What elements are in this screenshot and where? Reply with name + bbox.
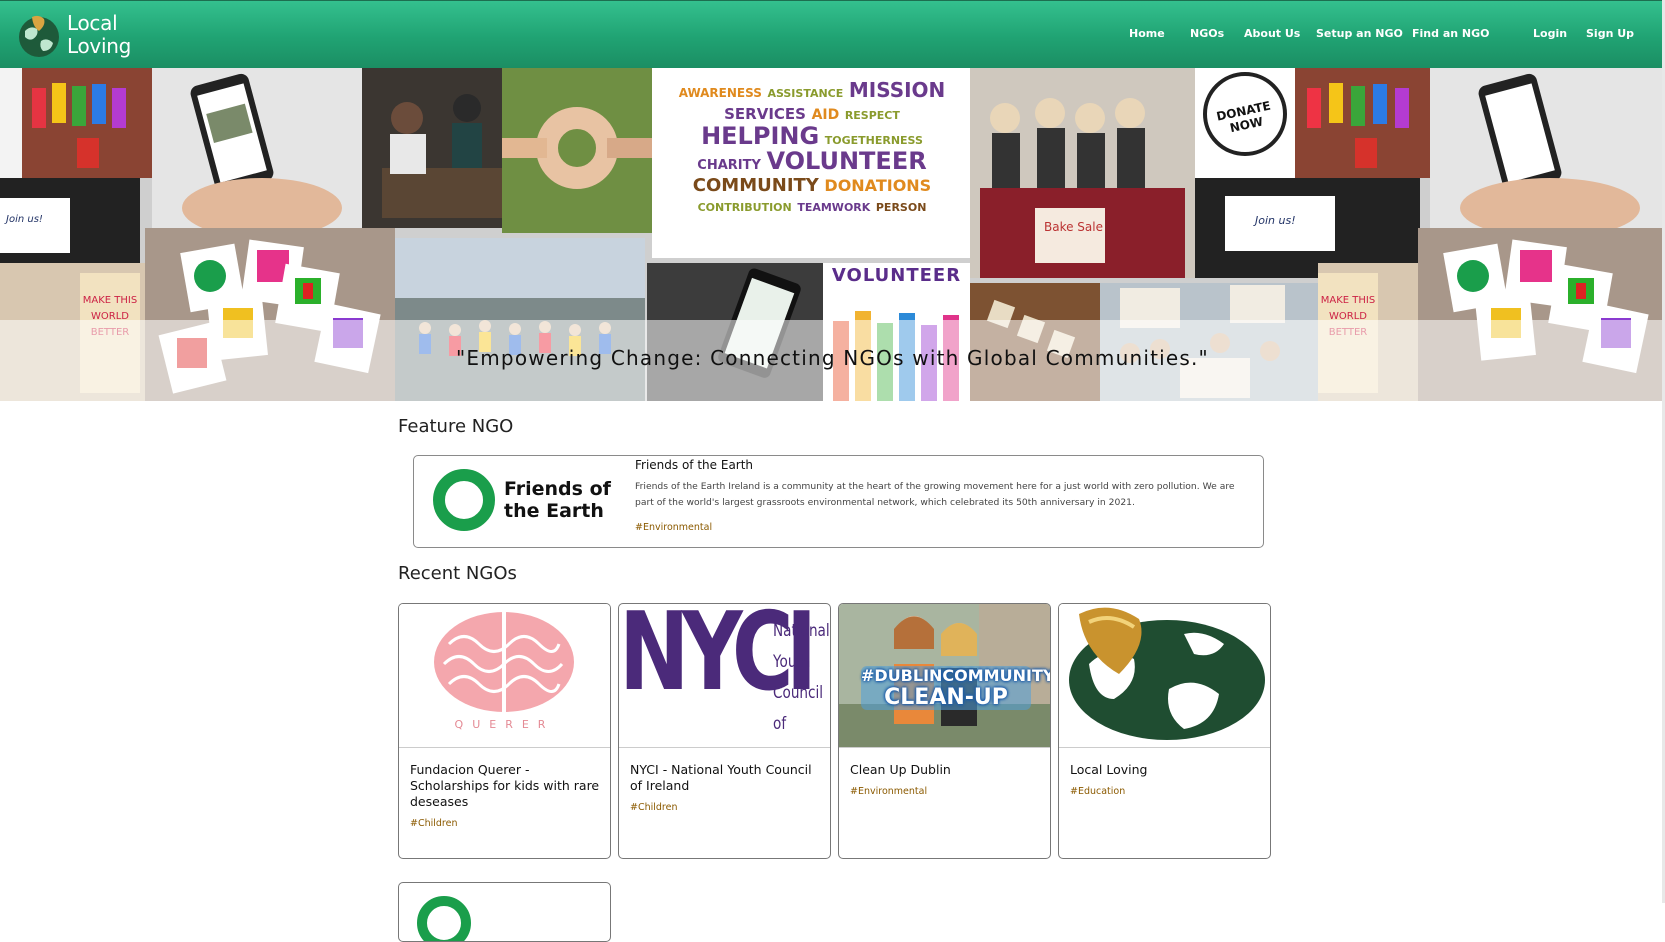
collage-stamp-partial	[0, 68, 22, 178]
nyci-logo-line: National	[773, 621, 830, 641]
join-us-card: Join us!	[0, 198, 70, 253]
brand-name[interactable]: Local Loving	[67, 12, 131, 58]
ngo-card-tag[interactable]: #Children	[630, 802, 678, 813]
word-cloud-word: TEAMWORK	[797, 201, 871, 214]
ngo-card-fundacion-querer[interactable]: QUERER Fundacion Querer - Scholarships f…	[398, 603, 611, 859]
word-cloud-word: AID	[811, 107, 840, 123]
local-loving-logo-icon[interactable]	[15, 11, 63, 59]
overlay-line: CLEAN-UP	[884, 685, 1008, 710]
collage-linked-hands	[502, 68, 652, 233]
ngo-card-name: NYCI - National Youth Council of Ireland	[630, 762, 812, 793]
collage-phone-hand-right	[1430, 68, 1665, 228]
partial-card-logo	[417, 896, 471, 941]
ngo-card-name: Fundacion Querer - Scholarships for kids…	[410, 762, 600, 809]
linked-hands-image	[502, 68, 652, 233]
nyci-logo-line: Council	[773, 683, 824, 703]
ngo-card-image: NYCI National Youth Council of Ireland	[619, 604, 830, 748]
recent-ngos-heading: Recent NGOs	[398, 563, 517, 584]
ngo-card-tag[interactable]: #Children	[410, 818, 458, 829]
nyci-logo-small-text: National Youth Council of Ireland	[773, 616, 830, 747]
word-cloud-word: DONATIONS	[824, 176, 932, 195]
nav-setup-ngo-link[interactable]: Setup an NGO	[1316, 27, 1403, 40]
word-cloud-word: PERSON	[875, 201, 927, 214]
nav-login-link[interactable]: Login	[1533, 27, 1567, 40]
word-cloud-word: CONTRIBUTION	[697, 201, 792, 214]
nav-ngos-link[interactable]: NGOs	[1190, 27, 1224, 40]
collage-meeting-photo	[362, 68, 502, 228]
join-us-card: Join us!	[1225, 196, 1335, 251]
word-cloud-word: CHARITY	[697, 158, 761, 173]
ngo-card-local-loving[interactable]: Local Loving #Education	[1058, 603, 1271, 859]
painted-hands-image	[22, 68, 152, 178]
ngo-card-image: #DUBLINCOMMUNITY CLEAN-UP	[839, 604, 1050, 748]
collage-word-cloud: AWARENESS ASSISTANCE MISSION SERVICES AI…	[652, 68, 970, 258]
overlay-line: #DUBLINCOMMUNITY	[861, 666, 1050, 685]
ngo-card-clean-up-dublin[interactable]: #DUBLINCOMMUNITY CLEAN-UP Clean Up Dubli…	[838, 603, 1051, 859]
ngo-card-name: Local Loving	[1070, 762, 1148, 777]
word-cloud-word: RESPECT	[844, 109, 900, 122]
collage-brick-hands-right	[1295, 68, 1430, 178]
ngo-card-partial[interactable]	[398, 882, 611, 942]
word-cloud-word: VOLUNTEER	[766, 147, 927, 175]
collage-bake-sale: Bake Sale	[970, 68, 1195, 278]
word-cloud-word: TOGETHERNESS	[824, 134, 923, 147]
ngo-card-image	[1059, 604, 1270, 748]
feature-ngo-name: Friends of the Earth	[635, 458, 754, 472]
people-meeting-image	[362, 68, 502, 228]
word-cloud-word: COMMUNITY	[692, 175, 819, 196]
ngo-card-tag[interactable]: #Environmental	[850, 786, 927, 797]
nyci-logo-line: of Ireland	[773, 714, 820, 747]
word-cloud-word: HELPING	[701, 122, 820, 150]
top-navbar: Local Loving Home NGOs About Us Setup an…	[0, 0, 1665, 68]
ngo-card-tag[interactable]: #Education	[1070, 786, 1125, 797]
ngo-card-name: Clean Up Dublin	[850, 762, 951, 777]
word-cloud: AWARENESS ASSISTANCE MISSION SERVICES AI…	[662, 80, 962, 218]
brand-line-2: Loving	[67, 34, 131, 58]
nav-find-ngo-link[interactable]: Find an NGO	[1412, 27, 1490, 40]
local-loving-globe-logo	[1059, 604, 1270, 747]
hero-collage: Join us! AWARENESS ASSISTANCE MISSION SE…	[0, 68, 1665, 401]
friends-of-earth-ring-icon	[433, 469, 495, 531]
nyci-logo-line: Youth	[773, 652, 811, 672]
querer-logo-text: QUERER	[454, 718, 555, 731]
friends-of-earth-logo: Friends of the Earth	[432, 466, 612, 536]
feature-ngo-heading: Feature NGO	[398, 416, 514, 437]
collage-donate-stamp: DONATE NOW	[1195, 68, 1295, 178]
feature-ngo-tag[interactable]: #Environmental	[635, 522, 712, 533]
bake-sale-sign: Bake Sale	[1044, 220, 1103, 234]
clean-up-overlay-text: #DUBLINCOMMUNITY CLEAN-UP	[861, 666, 1050, 710]
painted-hands-image	[1295, 68, 1430, 178]
word-cloud-word: SERVICES	[724, 105, 806, 123]
phone-in-hand-image	[152, 68, 362, 228]
collage-brick-hands	[22, 68, 152, 178]
ngo-card-image: QUERER	[399, 604, 610, 748]
nav-signup-link[interactable]: Sign Up	[1586, 27, 1634, 40]
word-cloud-word: ASSISTANCE	[767, 87, 844, 100]
bake-sale-photo	[970, 68, 1195, 278]
nav-about-link[interactable]: About Us	[1244, 27, 1300, 40]
volunteer-word: VOLUNTEER	[831, 265, 962, 286]
phone-in-hand-image	[1430, 68, 1665, 228]
collage-phone-hand	[152, 68, 362, 228]
hero-tagline: "Empowering Change: Connecting NGOs with…	[456, 346, 1209, 370]
feature-ngo-description: Friends of the Earth Ireland is a commun…	[635, 481, 1235, 508]
brand-line-1: Local	[67, 11, 118, 35]
nav-home-link[interactable]: Home	[1129, 27, 1165, 40]
friends-of-earth-logo-text: Friends of the Earth	[504, 478, 611, 522]
ngo-card-nyci[interactable]: NYCI National Youth Council of Ireland N…	[618, 603, 831, 859]
feature-ngo-card[interactable]: Friends of the Earth Friends of the Eart…	[413, 455, 1264, 548]
word-cloud-word: MISSION	[848, 78, 946, 102]
word-cloud-word: AWARENESS	[678, 86, 762, 100]
